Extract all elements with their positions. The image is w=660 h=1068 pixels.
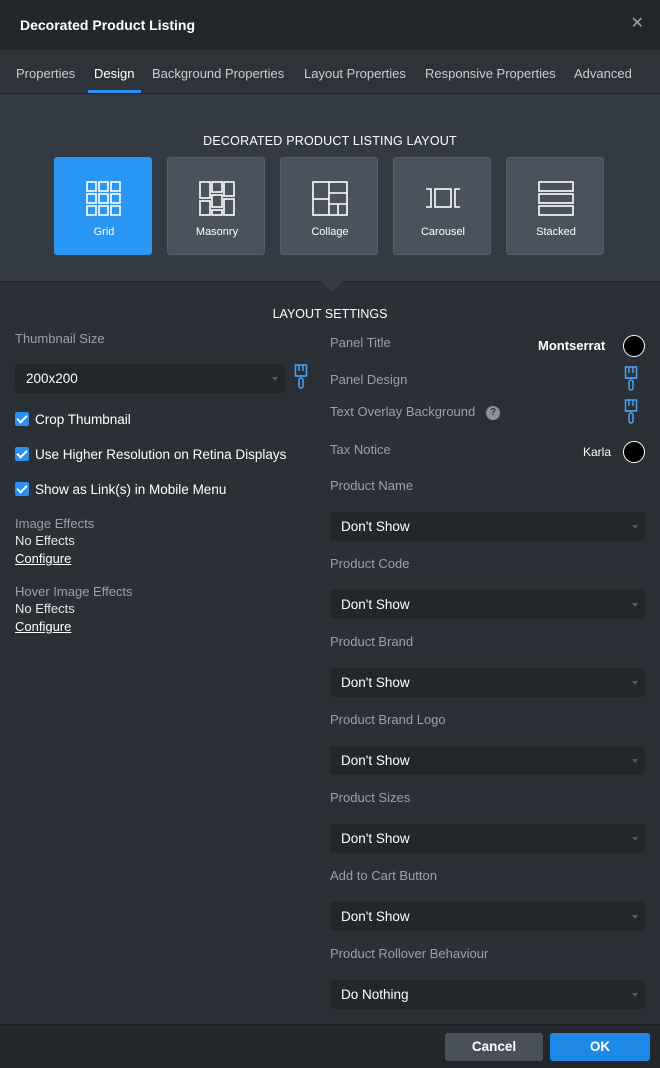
chevron-down-icon <box>632 681 638 685</box>
cancel-button[interactable]: Cancel <box>445 1033 543 1061</box>
select-value: Do Nothing <box>341 987 409 1002</box>
retina-checkbox[interactable] <box>15 447 29 461</box>
image-effects-configure-link[interactable]: Configure <box>15 551 71 566</box>
text-overlay-background-label: Text Overlay Background <box>330 404 476 419</box>
tab-bar: Properties Design Background Properties … <box>0 50 660 94</box>
dialog-titlebar: Decorated Product Listing ✕ <box>0 0 660 50</box>
paintbrush-icon[interactable] <box>294 364 308 390</box>
tab-properties[interactable]: Properties <box>16 66 75 81</box>
tab-design[interactable]: Design <box>94 66 134 81</box>
grid-icon <box>86 181 121 216</box>
chevron-down-icon <box>632 915 638 919</box>
product-brand-logo-label: Product Brand Logo <box>330 712 446 727</box>
tax-notice-color-swatch[interactable] <box>623 441 645 463</box>
hover-image-effects-configure-link[interactable]: Configure <box>15 619 71 634</box>
mobile-menu-link-checkbox[interactable] <box>15 482 29 496</box>
chevron-down-icon <box>272 377 278 381</box>
chevron-down-icon <box>632 525 638 529</box>
tax-notice-label: Tax Notice <box>330 442 391 457</box>
panel-title-font[interactable]: Montserrat <box>538 338 605 353</box>
tab-layout-properties[interactable]: Layout Properties <box>304 66 406 81</box>
dialog-title: Decorated Product Listing <box>20 17 196 33</box>
product-code-label: Product Code <box>330 556 410 571</box>
product-sizes-select[interactable]: Don't Show <box>330 824 645 853</box>
tab-responsive-properties[interactable]: Responsive Properties <box>425 66 556 81</box>
layout-option-carousel[interactable]: Carousel <box>393 157 491 255</box>
add-to-cart-label: Add to Cart Button <box>330 868 437 883</box>
product-brand-logo-select[interactable]: Don't Show <box>330 746 645 775</box>
chevron-down-icon <box>632 837 638 841</box>
chevron-down-icon <box>632 759 638 763</box>
layout-option-collage[interactable]: Collage <box>280 157 378 255</box>
settings-heading: LAYOUT SETTINGS <box>272 307 388 321</box>
collage-icon <box>312 181 348 216</box>
layout-option-grid[interactable]: Grid <box>54 157 152 255</box>
image-effects-label: Image Effects <box>15 516 95 531</box>
select-value: Don't Show <box>341 909 410 924</box>
select-value: Don't Show <box>341 753 410 768</box>
product-brand-label: Product Brand <box>330 634 414 649</box>
carousel-icon <box>426 188 460 208</box>
select-value: Don't Show <box>341 831 410 846</box>
layout-chooser: DECORATED PRODUCT LISTING LAYOUT Grid Ma… <box>0 94 660 282</box>
chevron-down-icon <box>632 603 638 607</box>
close-icon[interactable]: ✕ <box>631 16 644 32</box>
product-name-label: Product Name <box>330 478 414 493</box>
thumbnail-size-label: Thumbnail Size <box>15 331 105 346</box>
crop-thumbnail-checkbox[interactable] <box>15 412 29 426</box>
retina-label: Use Higher Resolution on Retina Displays <box>35 447 287 462</box>
image-effects-value: No Effects <box>15 533 75 548</box>
layout-option-label: Grid <box>93 226 115 238</box>
tax-notice-font[interactable]: Karla <box>583 445 611 459</box>
paintbrush-icon[interactable] <box>624 399 638 425</box>
mobile-menu-link-label: Show as Link(s) in Mobile Menu <box>35 482 227 497</box>
product-brand-select[interactable]: Don't Show <box>330 668 645 697</box>
product-code-select[interactable]: Don't Show <box>330 590 645 619</box>
tab-background-properties[interactable]: Background Properties <box>152 66 284 81</box>
section-pointer <box>320 280 344 292</box>
hover-image-effects-label: Hover Image Effects <box>15 584 133 599</box>
layout-option-label: Stacked <box>536 226 576 238</box>
dialog-footer: Cancel OK <box>0 1024 660 1068</box>
ok-button[interactable]: OK <box>550 1033 650 1061</box>
layout-option-masonry[interactable]: Masonry <box>167 157 265 255</box>
stacked-icon <box>538 181 574 216</box>
panel-title-label: Panel Title <box>330 335 391 350</box>
chevron-down-icon <box>632 993 638 997</box>
product-name-select[interactable]: Don't Show <box>330 512 645 541</box>
layout-option-label: Collage <box>311 226 349 238</box>
tab-advanced[interactable]: Advanced <box>574 66 632 81</box>
rollover-behaviour-label: Product Rollover Behaviour <box>330 946 489 961</box>
layout-option-label: Masonry <box>195 226 239 238</box>
select-value: Don't Show <box>341 675 410 690</box>
rollover-behaviour-select[interactable]: Do Nothing <box>330 980 645 1009</box>
masonry-icon <box>199 181 235 216</box>
help-icon[interactable]: ? <box>486 406 500 420</box>
layout-option-stacked[interactable]: Stacked <box>506 157 604 255</box>
panel-design-label: Panel Design <box>330 372 408 387</box>
select-value: 200x200 <box>26 371 78 386</box>
crop-thumbnail-label: Crop Thumbnail <box>35 412 131 427</box>
layout-heading: DECORATED PRODUCT LISTING LAYOUT <box>203 134 457 148</box>
product-sizes-label: Product Sizes <box>330 790 411 805</box>
add-to-cart-select[interactable]: Don't Show <box>330 902 645 931</box>
layout-option-label: Carousel <box>420 226 466 238</box>
panel-title-color-swatch[interactable] <box>623 335 645 357</box>
active-tab-indicator <box>88 90 141 93</box>
thumbnail-size-select[interactable]: 200x200 <box>15 364 285 393</box>
select-value: Don't Show <box>341 519 410 534</box>
paintbrush-icon[interactable] <box>624 366 638 392</box>
select-value: Don't Show <box>341 597 410 612</box>
hover-image-effects-value: No Effects <box>15 601 75 616</box>
